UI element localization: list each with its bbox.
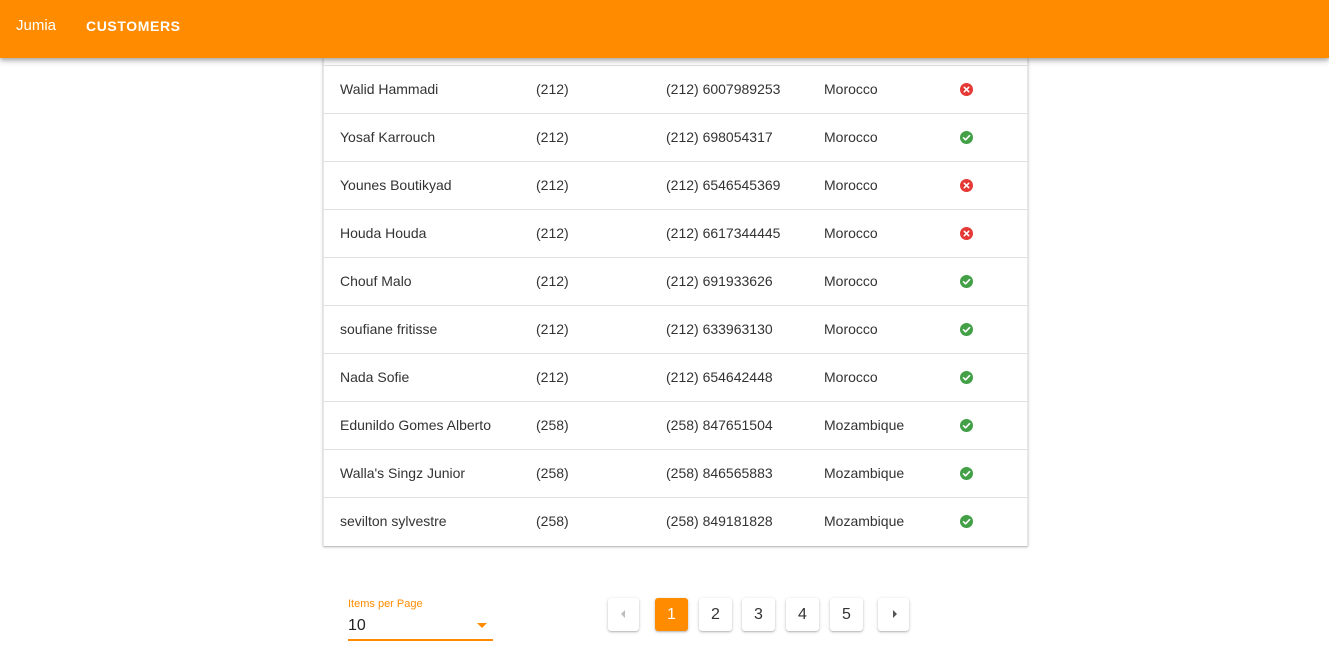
customer-name: Younes Boutikyad <box>340 177 452 193</box>
country-name: Mozambique <box>824 417 905 433</box>
country-name: Morocco <box>824 81 878 97</box>
table-row[interactable]: Nada Sofie (212) (212) 654642448 Morocco <box>324 354 1027 402</box>
country-code: (258) <box>536 417 569 433</box>
valid-check-icon <box>960 419 973 432</box>
customer-name: sevilton sylvestre <box>340 513 447 529</box>
table-footer: Items per Page 10 1 2 3 4 5 <box>0 546 1329 647</box>
page-button-1[interactable]: 1 <box>655 598 688 631</box>
country-name: Mozambique <box>824 465 905 481</box>
phone-number: (212) 633963130 <box>666 321 773 337</box>
country-name: Morocco <box>824 369 878 385</box>
country-code: (212) <box>536 369 569 385</box>
phone-number: (258) 847651504 <box>666 417 773 433</box>
customer-name: Walid Hammadi <box>340 81 439 97</box>
customers-table: Walid Hammadi (212) (212) 6007989253 Morocc… <box>323 58 1028 546</box>
customer-name: Yosaf Karrouch <box>340 129 436 145</box>
country-code: (258) <box>536 513 569 529</box>
phone-number: (258) 849181828 <box>666 513 773 529</box>
page-button-3[interactable]: 3 <box>742 598 775 631</box>
table-row[interactable]: Houda Houda (212) (212) 6617344445 Morocco <box>324 210 1027 258</box>
table-row[interactable]: Walid Hammadi (212) (212) 6007989253 Morocc… <box>324 66 1027 114</box>
brand-logo[interactable]: Jumia <box>16 17 56 34</box>
phone-number: (212) 691933626 <box>666 273 773 289</box>
valid-check-icon <box>960 371 973 384</box>
page-button-2[interactable]: 2 <box>699 598 732 631</box>
customer-name: Edunildo Gomes Alberto <box>340 417 491 433</box>
invalid-cross-icon <box>960 83 973 96</box>
country-code: (258) <box>536 465 569 481</box>
phone-number: (212) 6546545369 <box>666 177 781 193</box>
valid-check-icon <box>960 515 973 528</box>
country-name: Morocco <box>824 273 878 289</box>
valid-check-icon <box>960 467 973 480</box>
phone-number: (212) 6007989253 <box>666 81 781 97</box>
customer-name: soufiane fritisse <box>340 321 438 337</box>
customer-name: Houda Houda <box>340 225 427 241</box>
table-row[interactable]: Younes Boutikyad (212) (212) 6546545369 Mor… <box>324 162 1027 210</box>
phone-number: (212) 698054317 <box>666 129 773 145</box>
country-name: Morocco <box>824 177 878 193</box>
table-row[interactable]: sevilton sylvestre (258) (258) 849181828 Mo… <box>324 498 1027 545</box>
country-code: (212) <box>536 177 569 193</box>
page-button-4[interactable]: 4 <box>786 598 819 631</box>
country-code: (212) <box>536 321 569 337</box>
table-row[interactable]: Yosaf Karrouch (212) (212) 698054317 Morocc… <box>324 114 1027 162</box>
table-row[interactable]: Walla's Singz Junior (258) (258) 846565883… <box>324 450 1027 498</box>
chevron-right-icon <box>893 610 897 618</box>
country-code: (212) <box>536 129 569 145</box>
country-code: (212) <box>536 273 569 289</box>
app-bar: Jumia CUSTOMERS <box>0 0 1329 58</box>
country-code: (212) <box>536 81 569 97</box>
select-underline <box>348 639 493 641</box>
country-name: Morocco <box>824 321 878 337</box>
country-name: Mozambique <box>824 513 905 529</box>
page-button-5[interactable]: 5 <box>830 598 863 631</box>
valid-check-icon <box>960 131 973 144</box>
valid-check-icon <box>960 275 973 288</box>
table-row[interactable]: Edunildo Gomes Alberto (258) (258) 8476515… <box>324 402 1027 450</box>
phone-number: (212) 6617344445 <box>666 225 781 241</box>
customer-name: Chouf Malo <box>340 273 412 289</box>
customer-name: Walla's Singz Junior <box>340 465 466 481</box>
phone-number: (258) 846565883 <box>666 465 773 481</box>
country-name: Morocco <box>824 225 878 241</box>
country-name: Morocco <box>824 129 878 145</box>
nav-customers[interactable]: CUSTOMERS <box>86 18 181 34</box>
invalid-cross-icon <box>960 227 973 240</box>
chevron-left-icon <box>621 610 625 618</box>
phone-number: (212) 654642448 <box>666 369 773 385</box>
prev-page-button[interactable] <box>608 598 639 631</box>
customer-name: Nada Sofie <box>340 369 410 385</box>
country-code: (212) <box>536 225 569 241</box>
pagination: 1 2 3 4 5 <box>0 598 1329 632</box>
invalid-cross-icon <box>960 179 973 192</box>
valid-check-icon <box>960 323 973 336</box>
table-row[interactable]: soufiane fritisse (212) (212) 633963130 Mor… <box>324 306 1027 354</box>
next-page-button[interactable] <box>878 598 909 631</box>
table-row[interactable]: Chouf Malo (212) (212) 691933626 Morocco <box>324 258 1027 306</box>
